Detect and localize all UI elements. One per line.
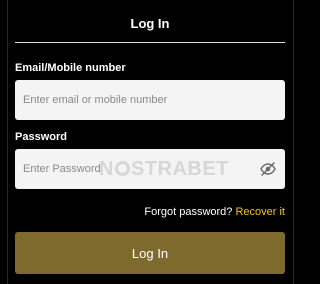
email-label: Email/Mobile number: [15, 62, 126, 74]
forgot-password-row: Forgot password? Recover it: [144, 206, 285, 218]
dialog-title: Log In: [130, 16, 170, 31]
email-field-container: [15, 80, 285, 120]
password-field[interactable]: [15, 149, 285, 189]
login-button[interactable]: Log In: [15, 232, 285, 274]
eye-slash-icon[interactable]: [260, 162, 276, 176]
email-field[interactable]: [15, 80, 285, 120]
title-divider: [15, 42, 285, 43]
password-label: Password: [15, 131, 67, 143]
forgot-password-text: Forgot password?: [144, 206, 236, 218]
recover-link[interactable]: Recover it: [235, 206, 285, 218]
login-dialog: Log In Email/Mobile number Password NSTR…: [0, 0, 300, 284]
password-field-container: N STRABET: [15, 149, 285, 189]
